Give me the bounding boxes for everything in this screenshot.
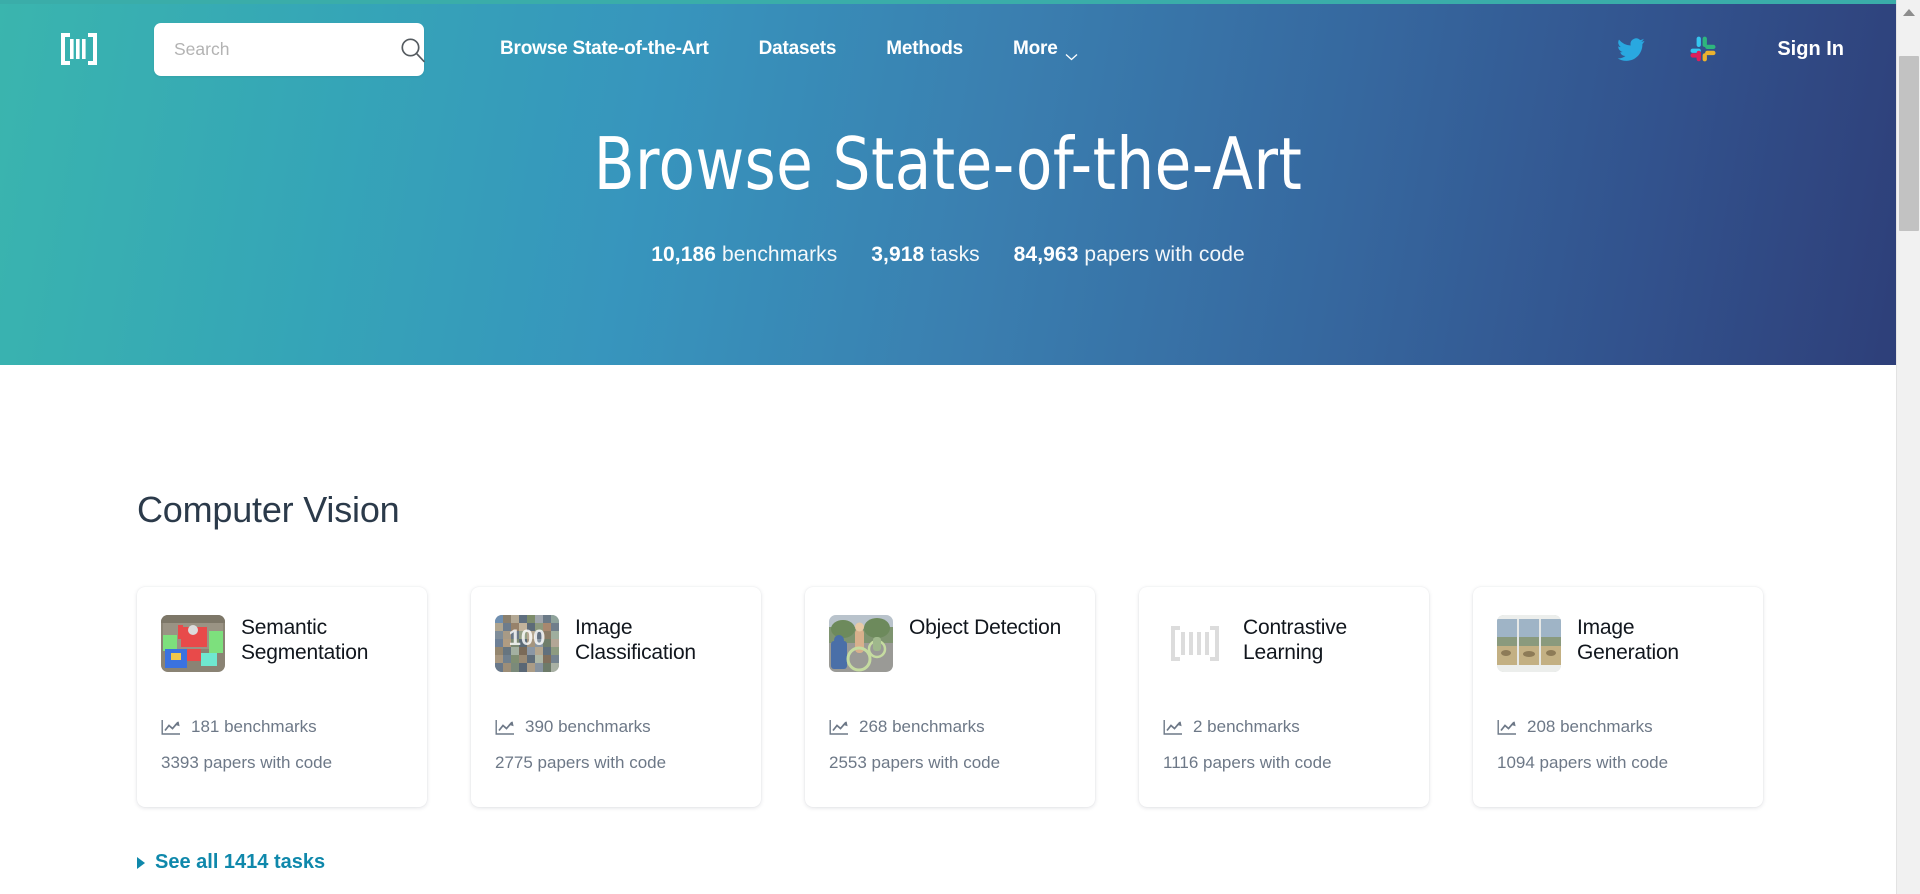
stat-papers-count: 84,963 [1013, 243, 1079, 266]
nav-link-more[interactable]: More [1013, 32, 1078, 66]
navbar-right-actions: Sign In [1581, 0, 1896, 98]
nav-link-datasets[interactable]: Datasets [759, 32, 837, 66]
chevron-up-icon [1903, 8, 1915, 16]
card-benchmarks: 2 benchmarks [1163, 717, 1405, 737]
card-title: Image Generation [1577, 616, 1679, 664]
papers-with-code-logo[interactable] [58, 29, 100, 69]
stat-benchmarks-count: 10,186 [651, 243, 717, 266]
card-title: Semantic Segmentation [241, 616, 369, 664]
card-header: Semantic Segmentation [161, 615, 403, 687]
task-card-contrastive-learning[interactable]: Contrastive Learning 2 benchmarks 1116 p… [1139, 587, 1429, 807]
card-header: Contrastive Learning [1163, 615, 1405, 687]
sign-in-button[interactable]: Sign In [1777, 38, 1844, 61]
scrollbar-thumb[interactable] [1899, 56, 1919, 231]
card-papers-label: 1116 papers with code [1163, 753, 1332, 772]
search-icon[interactable] [399, 36, 426, 63]
nav-link-label: Methods [886, 38, 963, 59]
card-benchmarks-label: 268 benchmarks [859, 717, 985, 736]
card-benchmarks-label: 181 benchmarks [191, 717, 317, 736]
stat-benchmarks-label: benchmarks [721, 243, 838, 266]
task-card-image-generation[interactable]: Image Generation 208 benchmarks 1094 pap… [1473, 587, 1763, 807]
chart-icon [829, 719, 849, 736]
vertical-scrollbar[interactable] [1896, 0, 1920, 894]
semantic-segmentation-thumbnail [161, 615, 225, 672]
card-benchmarks-label: 2 benchmarks [1193, 717, 1300, 736]
twitter-icon[interactable] [1609, 29, 1653, 69]
stat-tasks-label: tasks [930, 243, 980, 266]
nav-link-browse-sota[interactable]: Browse State-of-the-Art [500, 32, 709, 66]
card-header: Object Detection [829, 615, 1071, 687]
nav-links: Browse State-of-the-Art Datasets Methods… [500, 32, 1078, 66]
card-header: 100 Image Classification [495, 615, 737, 687]
chevron-down-icon [1065, 45, 1078, 61]
card-title: Object Detection [909, 616, 1062, 639]
task-card-object-detection[interactable]: Object Detection 268 benchmarks 2553 pap… [805, 587, 1095, 807]
card-papers-label: 3393 papers with code [161, 753, 333, 772]
nav-link-label: More [1012, 38, 1058, 59]
slack-icon[interactable] [1681, 29, 1725, 69]
section-title-computer-vision: Computer Vision [137, 489, 400, 530]
chart-icon [161, 719, 181, 736]
scrollbar-up-arrow[interactable] [1897, 0, 1920, 24]
navbar: Browse State-of-the-Art Datasets Methods… [0, 0, 1896, 98]
nav-link-methods[interactable]: Methods [886, 32, 963, 66]
search-input[interactable] [174, 38, 399, 60]
card-papers-label: 1094 papers with code [1497, 753, 1669, 772]
task-card-image-classification[interactable]: 100 Image Classification 390 benchmarks [471, 587, 761, 807]
chart-icon [1497, 719, 1517, 736]
triangle-right-icon [137, 856, 145, 869]
card-title: Contrastive Learning [1243, 616, 1348, 664]
see-all-tasks-link[interactable]: See all 1414 tasks [137, 851, 325, 874]
card-benchmarks-label: 208 benchmarks [1527, 717, 1653, 736]
card-benchmarks-label: 390 benchmarks [525, 717, 651, 736]
task-card-list: Semantic Segmentation 181 benchmarks 339… [137, 587, 1896, 807]
chart-icon [495, 719, 515, 736]
see-all-tasks-label: See all 1414 tasks [155, 851, 326, 873]
stat-papers-label: papers with code [1084, 243, 1245, 266]
stat-tasks-count: 3,918 [871, 243, 925, 266]
placeholder-logo-thumbnail [1163, 615, 1227, 672]
hero-stats: 10,186 benchmarks 3,918 tasks 84,963 pap… [0, 243, 1896, 267]
card-benchmarks: 208 benchmarks [1497, 717, 1739, 737]
card-papers-label: 2775 papers with code [495, 753, 667, 772]
card-benchmarks: 268 benchmarks [829, 717, 1071, 737]
chart-icon [1163, 719, 1183, 736]
page-root: Browse State-of-the-Art Datasets Methods… [0, 0, 1920, 894]
card-benchmarks: 181 benchmarks [161, 717, 403, 737]
card-papers-label: 2553 papers with code [829, 753, 1001, 772]
card-title: Image Classification [575, 616, 696, 664]
task-card-semantic-segmentation[interactable]: Semantic Segmentation 181 benchmarks 339… [137, 587, 427, 807]
image-classification-thumbnail: 100 [495, 615, 559, 672]
main-content: Computer Vision Semantic Segmentation 18… [0, 365, 1896, 874]
nav-link-label: Browse State-of-the-Art [500, 38, 709, 59]
card-header: Image Generation [1497, 615, 1739, 687]
page-title: Browse State-of-the-Art [593, 122, 1303, 206]
card-benchmarks: 390 benchmarks [495, 717, 737, 737]
image-generation-thumbnail [1497, 615, 1561, 672]
nav-link-label: Datasets [758, 38, 837, 59]
search-box[interactable] [154, 22, 426, 76]
object-detection-thumbnail [829, 615, 893, 672]
svg-text:100: 100 [509, 625, 546, 650]
